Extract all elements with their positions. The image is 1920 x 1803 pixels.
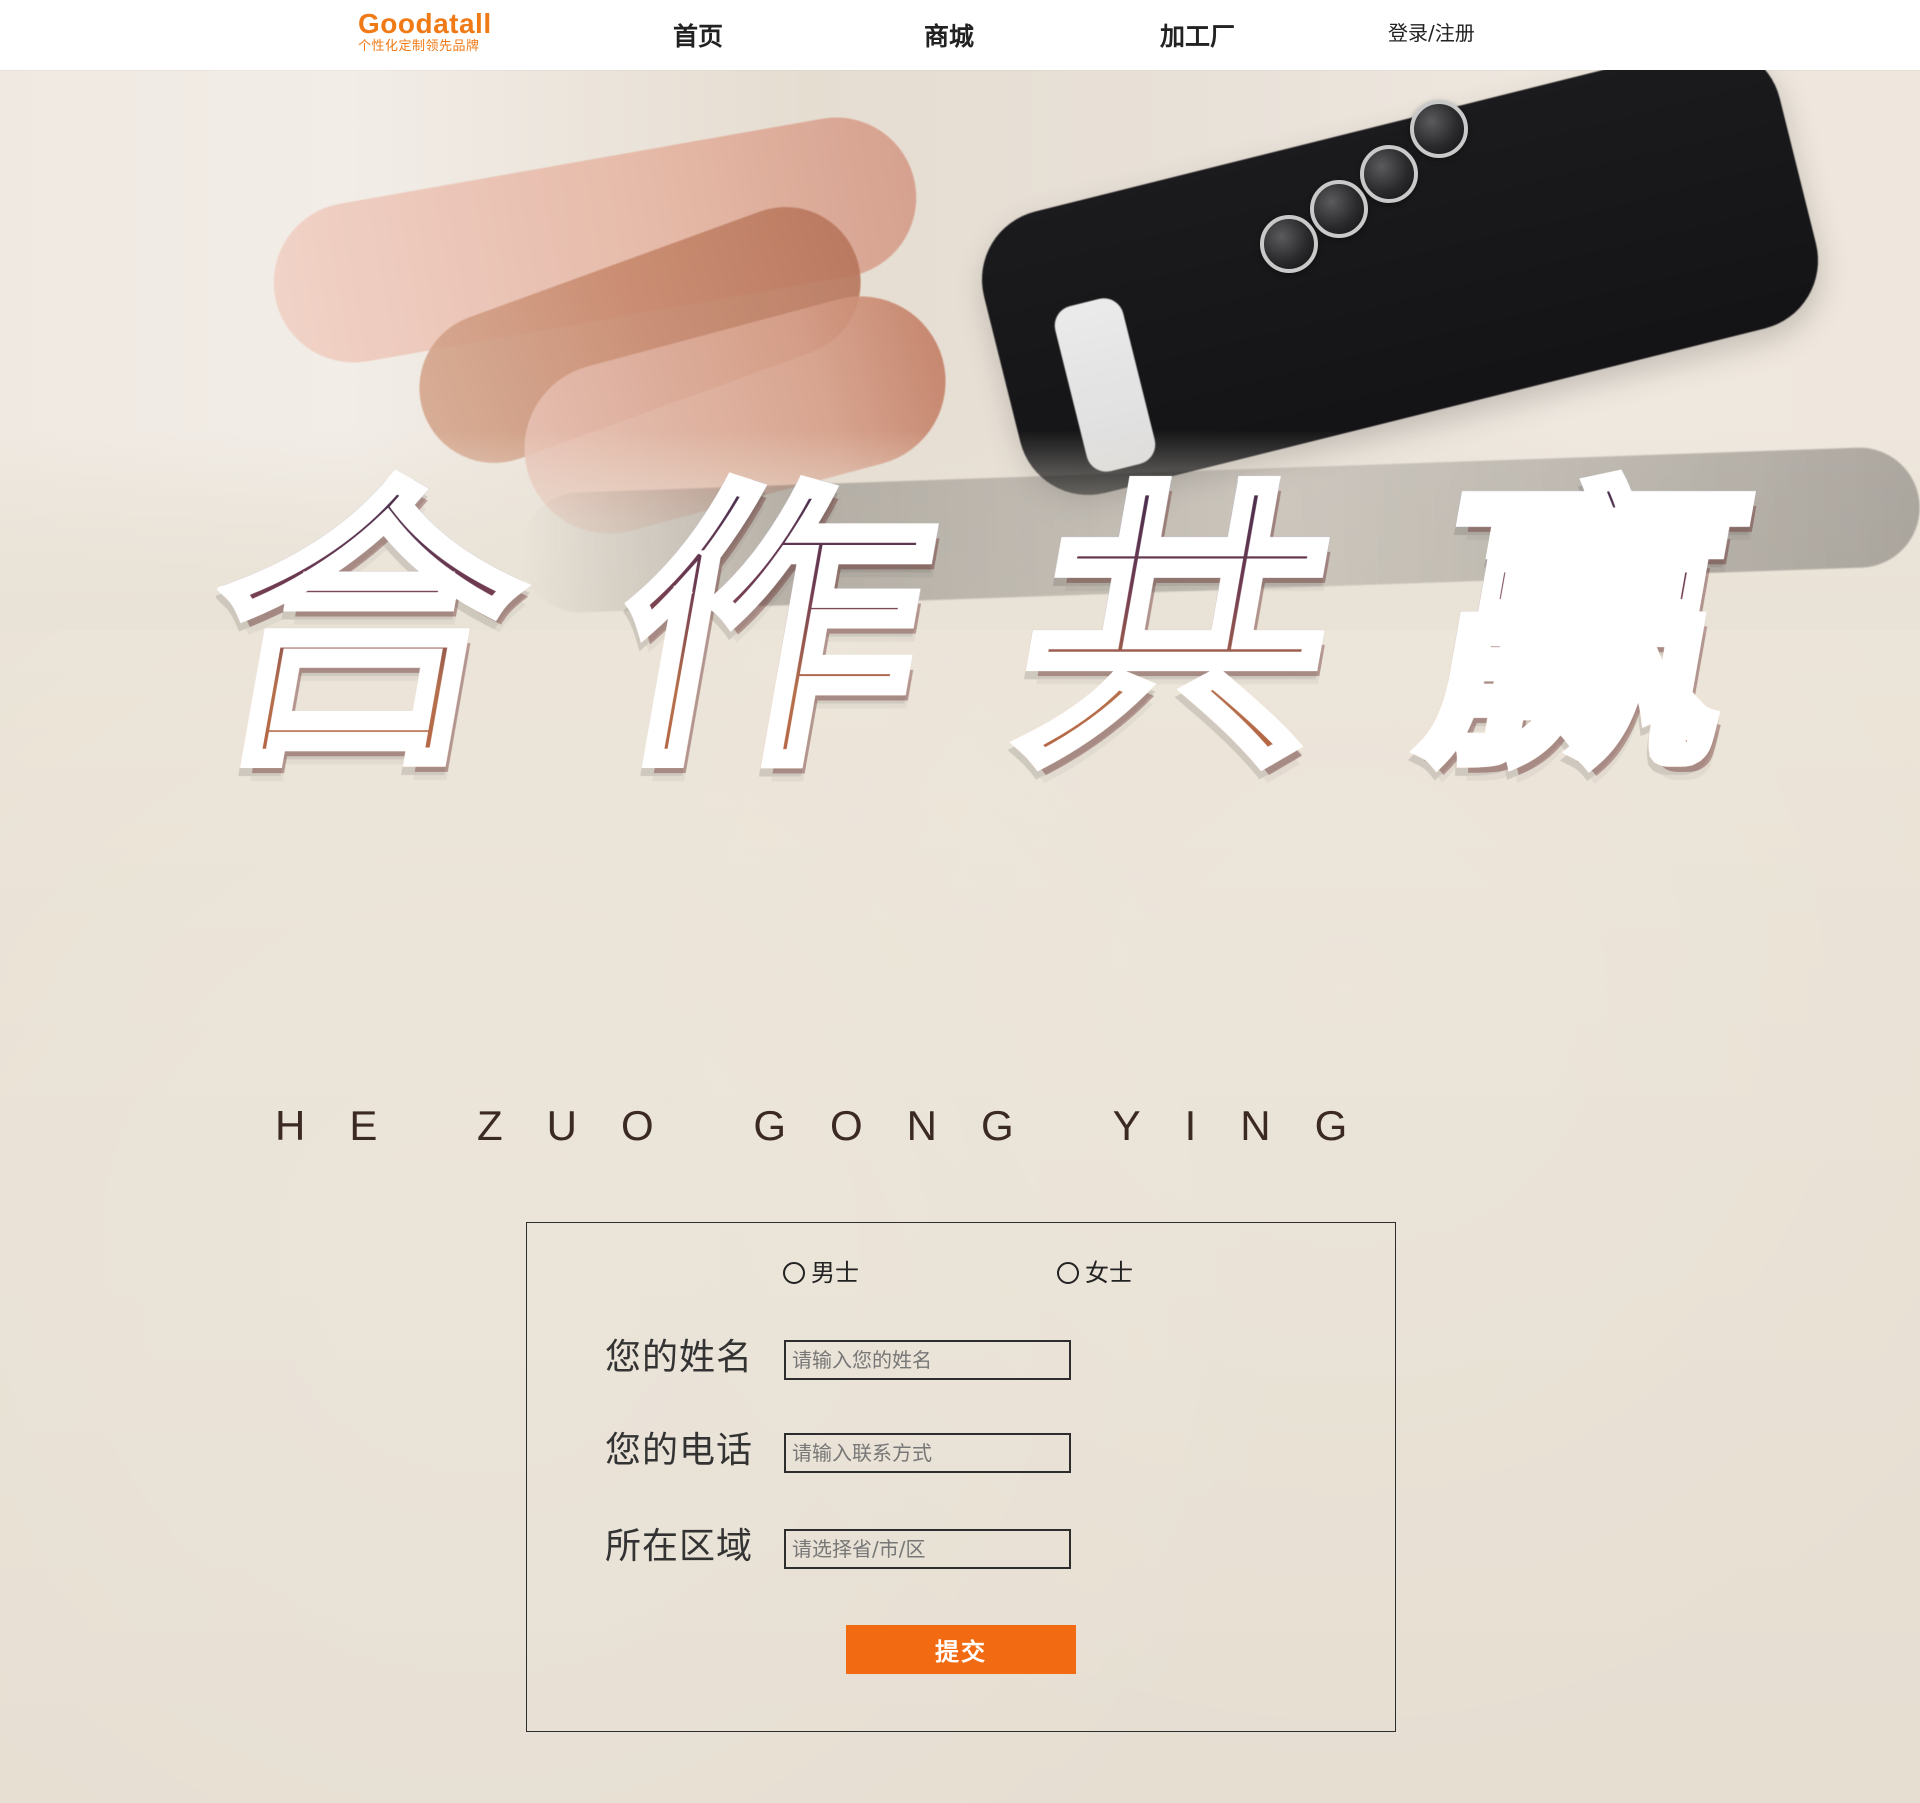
login-register-link[interactable]: 登录/注册: [1388, 23, 1475, 43]
region-label: 所在区域: [605, 1526, 754, 1567]
phone-input[interactable]: [784, 1433, 1071, 1473]
logo-slogan-text: 个性化定制领先品牌: [358, 39, 480, 54]
gender-label-male: 男士: [811, 1259, 859, 1287]
gender-selector: 男士 女士: [527, 1261, 1395, 1301]
sleeve-button: [1360, 145, 1418, 203]
phone-label: 您的电话: [605, 1430, 754, 1471]
submit-button[interactable]: 提交: [846, 1625, 1076, 1674]
radio-icon[interactable]: [783, 1262, 805, 1284]
contact-form: 男士 女士 您的姓名 您的电话 所在区域 提交: [526, 1222, 1396, 1732]
page: Goodatall 个性化定制领先品牌 首页 商城 加工厂 登录/注册 合 作 …: [0, 0, 1920, 1803]
nav-link-mall[interactable]: 商城: [924, 24, 974, 49]
top-nav: Goodatall 个性化定制领先品牌 首页 商城 加工厂 登录/注册: [0, 0, 1920, 70]
sleeve-button: [1310, 180, 1368, 238]
hero-pinyin: HE ZUO GONG YING: [275, 1102, 1392, 1149]
sleeve-button: [1410, 100, 1468, 158]
hero-banner: [0, 70, 1920, 630]
nav-link-home[interactable]: 首页: [673, 24, 723, 49]
brand-logo[interactable]: Goodatall 个性化定制领先品牌: [358, 10, 528, 64]
logo-brand-text: Goodatall: [358, 8, 492, 39]
form-row-region: 所在区域: [527, 1525, 1395, 1569]
name-label: 您的姓名: [605, 1337, 754, 1378]
nav-link-factory[interactable]: 加工厂: [1160, 24, 1235, 49]
form-row-phone: 您的电话: [527, 1429, 1395, 1473]
sleeve-button: [1260, 215, 1318, 273]
gender-option-female[interactable]: 女士: [1057, 1261, 1133, 1285]
name-input[interactable]: [784, 1340, 1071, 1380]
form-row-name: 您的姓名: [527, 1336, 1395, 1380]
gender-option-male[interactable]: 男士: [783, 1261, 859, 1285]
gender-label-female: 女士: [1085, 1259, 1133, 1287]
radio-icon[interactable]: [1057, 1262, 1079, 1284]
region-input[interactable]: [784, 1529, 1071, 1569]
